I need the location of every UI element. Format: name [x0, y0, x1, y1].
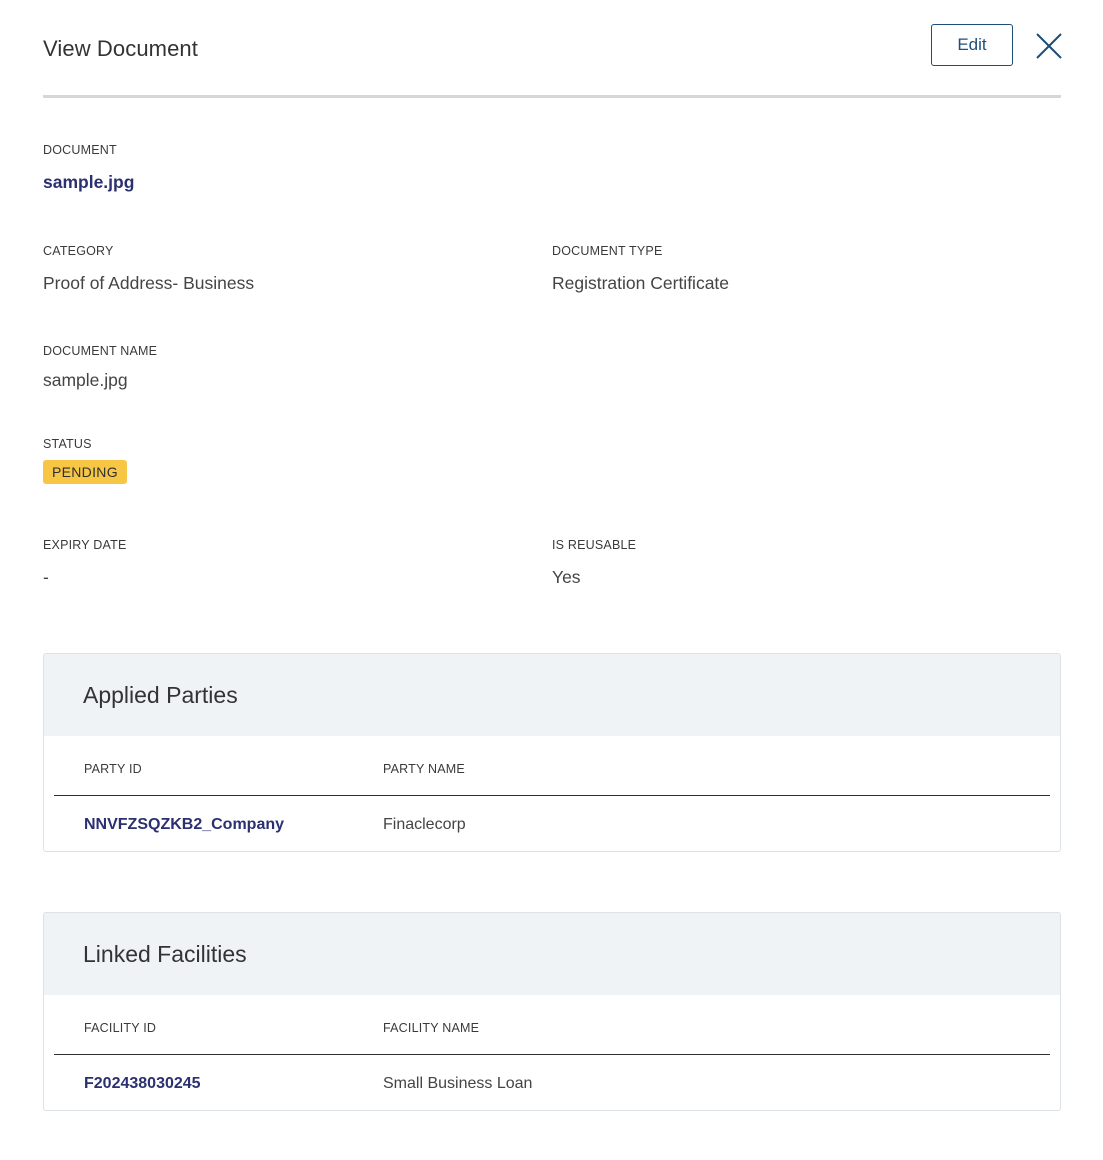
category-value: Proof of Address- Business	[43, 273, 255, 293]
column-header-facility-name: FACILITY NAME	[383, 1021, 480, 1035]
document-link[interactable]: sample.jpg	[43, 172, 134, 193]
document-label: DOCUMENT	[43, 143, 117, 157]
applied-parties-header: Applied Parties	[44, 654, 1060, 736]
status-badge: PENDING	[43, 460, 127, 484]
expiry-date-label: EXPIRY DATE	[43, 538, 127, 552]
table-header-divider	[54, 795, 1050, 796]
document-name-label: DOCUMENT NAME	[43, 344, 158, 358]
expiry-date-value: -	[43, 567, 49, 587]
applied-parties-title: Applied Parties	[83, 681, 238, 708]
party-name-cell: Finaclecorp	[383, 816, 466, 833]
status-label: STATUS	[43, 437, 92, 451]
view-document-panel: View Document Edit DOCUMENT sample.jpg C…	[0, 0, 1103, 1160]
facility-name-cell: Small Business Loan	[383, 1075, 533, 1092]
applied-parties-table: PARTY ID PARTY NAME NNVFZSQZKB2_Company …	[44, 736, 1060, 851]
close-icon[interactable]	[1034, 31, 1064, 61]
is-reusable-label: IS REUSABLE	[552, 538, 637, 552]
category-label: CATEGORY	[43, 244, 114, 258]
header-divider	[43, 95, 1061, 98]
linked-facilities-table: FACILITY ID FACILITY NAME F202438030245 …	[44, 995, 1060, 1110]
column-header-facility-id: FACILITY ID	[84, 1021, 157, 1035]
linked-facilities-card: Linked Facilities FACILITY ID FACILITY N…	[43, 912, 1061, 1111]
column-header-party-name: PARTY NAME	[383, 762, 465, 776]
linked-facilities-title: Linked Facilities	[83, 940, 247, 967]
is-reusable-value: Yes	[552, 567, 581, 587]
party-id-link[interactable]: NNVFZSQZKB2_Company	[84, 816, 284, 834]
facility-id-link[interactable]: F202438030245	[84, 1075, 201, 1093]
page-title: View Document	[43, 36, 198, 61]
linked-facilities-header: Linked Facilities	[44, 913, 1060, 995]
document-type-label: DOCUMENT TYPE	[552, 244, 663, 258]
applied-parties-card: Applied Parties PARTY ID PARTY NAME NNVF…	[43, 653, 1061, 852]
document-type-value: Registration Certificate	[552, 273, 730, 293]
column-header-party-id: PARTY ID	[84, 762, 142, 776]
table-header-divider	[54, 1054, 1050, 1055]
document-name-value: sample.jpg	[43, 370, 128, 390]
edit-button[interactable]: Edit	[931, 24, 1013, 66]
